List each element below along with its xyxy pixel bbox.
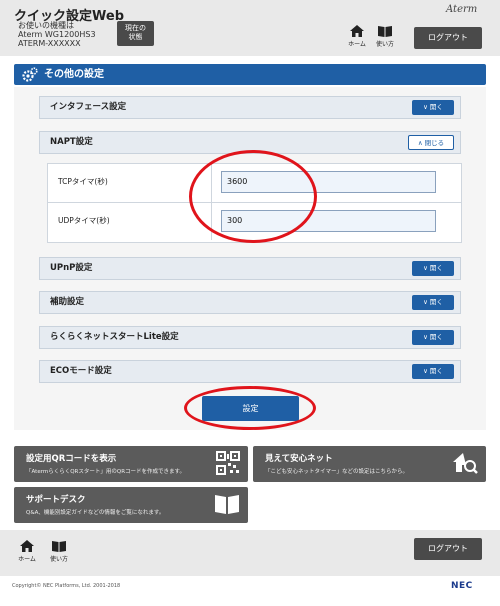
book-icon (215, 495, 239, 514)
accordion-label: UPnP設定 (50, 263, 93, 273)
close-button[interactable]: ∧ 閉じる (408, 135, 454, 150)
card-title: サポートデスク (26, 495, 86, 505)
accordion-label: インタフェース設定 (50, 102, 127, 112)
footer-help-button[interactable]: 使い方 (46, 539, 72, 563)
accordion-label: NAPT設定 (50, 137, 93, 147)
accordion-label: 補助設定 (50, 297, 85, 307)
open-button[interactable]: ∨ 開く (412, 295, 454, 310)
accordion-label: ECOモード設定 (50, 366, 112, 376)
card-desc: 「AtermらくらくQRスタート」用のQRコードを作成できます。 (26, 469, 185, 475)
help-nav-button[interactable]: 使い方 (372, 24, 398, 48)
qr-code-icon (216, 451, 240, 475)
footer-bar: ホーム 使い方 ログアウト (0, 530, 500, 576)
accordion-auxiliary[interactable]: 補助設定 ∨ 開く (39, 291, 461, 314)
open-button[interactable]: ∨ 開く (412, 364, 454, 379)
highlight-oval-inputs (189, 150, 317, 243)
home-label: ホーム (18, 556, 36, 563)
footer-home-button[interactable]: ホーム (14, 539, 40, 563)
brand-logo: Aterm (446, 4, 478, 15)
open-button[interactable]: ∨ 開く (412, 330, 454, 345)
accordion-upnp[interactable]: UPnP設定 ∨ 開く (39, 257, 461, 280)
support-desk-card[interactable]: サポートデスク Q&A、機能別設定ガイドなどの情報をご覧になれます。 (14, 487, 248, 523)
tcp-timer-label: TCPタイマ(秒) (58, 177, 108, 186)
accordion-eco[interactable]: ECOモード設定 ∨ 開く (39, 360, 461, 383)
model-name: Aterm WG1200HS3 (18, 30, 96, 39)
book-icon (378, 26, 392, 37)
udp-timer-label: UDPタイマ(秒) (58, 216, 110, 225)
gear-icon (22, 67, 38, 82)
accordion-interface[interactable]: インタフェース設定 ∨ 開く (39, 96, 461, 119)
home-search-icon (453, 453, 478, 474)
help-label: 使い方 (49, 556, 68, 563)
top-header: クイック設定Web お使いの機種は Aterm WG1200HS3 ATERM-… (0, 0, 500, 56)
device-id: ATERM-XXXXXX (18, 39, 81, 48)
home-nav-button[interactable]: ホーム (344, 24, 370, 48)
card-title: 見えて安心ネット (265, 454, 333, 464)
model-info: お使いの機種は Aterm WG1200HS3 ATERM-XXXXXX (18, 21, 96, 48)
logout-button[interactable]: ログアウト (414, 27, 482, 49)
current-status-button[interactable]: 現在の 状態 (117, 21, 154, 46)
home-label: ホーム (348, 41, 366, 48)
section-title: その他の設定 (44, 69, 104, 80)
copyright-text: Copyright© NEC Platforms, Ltd. 2001-2018 (12, 583, 121, 589)
open-button[interactable]: ∨ 開く (412, 261, 454, 276)
accordion-label: らくらくネットスタートLite設定 (50, 332, 179, 342)
card-desc: 「こども安心ネットタイマー」などの設定はこちらから。 (265, 469, 409, 475)
qr-code-card[interactable]: 設定用QRコードを表示 「AtermらくらくQRスタート」用のQRコードを作成で… (14, 446, 248, 482)
status-button-line2: 状態 (128, 33, 143, 41)
highlight-oval-save (184, 386, 316, 430)
footer-logout-button[interactable]: ログアウト (414, 538, 482, 560)
section-title-bar: その他の設定 (14, 64, 486, 85)
card-desc: Q&A、機能別設定ガイドなどの情報をご覧になれます。 (26, 510, 165, 516)
home-icon (20, 540, 34, 552)
accordion-rakuraku[interactable]: らくらくネットスタートLite設定 ∨ 開く (39, 326, 461, 349)
book-icon (52, 541, 66, 552)
safe-net-card[interactable]: 見えて安心ネット 「こども安心ネットタイマー」などの設定はこちらから。 (253, 446, 486, 482)
card-title: 設定用QRコードを表示 (26, 454, 117, 464)
help-label: 使い方 (375, 41, 394, 48)
model-label: お使いの機種は (18, 21, 74, 30)
home-icon (350, 25, 364, 37)
open-button[interactable]: ∨ 開く (412, 100, 454, 115)
status-button-line1: 現在の (125, 24, 146, 32)
nec-logo: NEC (451, 581, 473, 591)
